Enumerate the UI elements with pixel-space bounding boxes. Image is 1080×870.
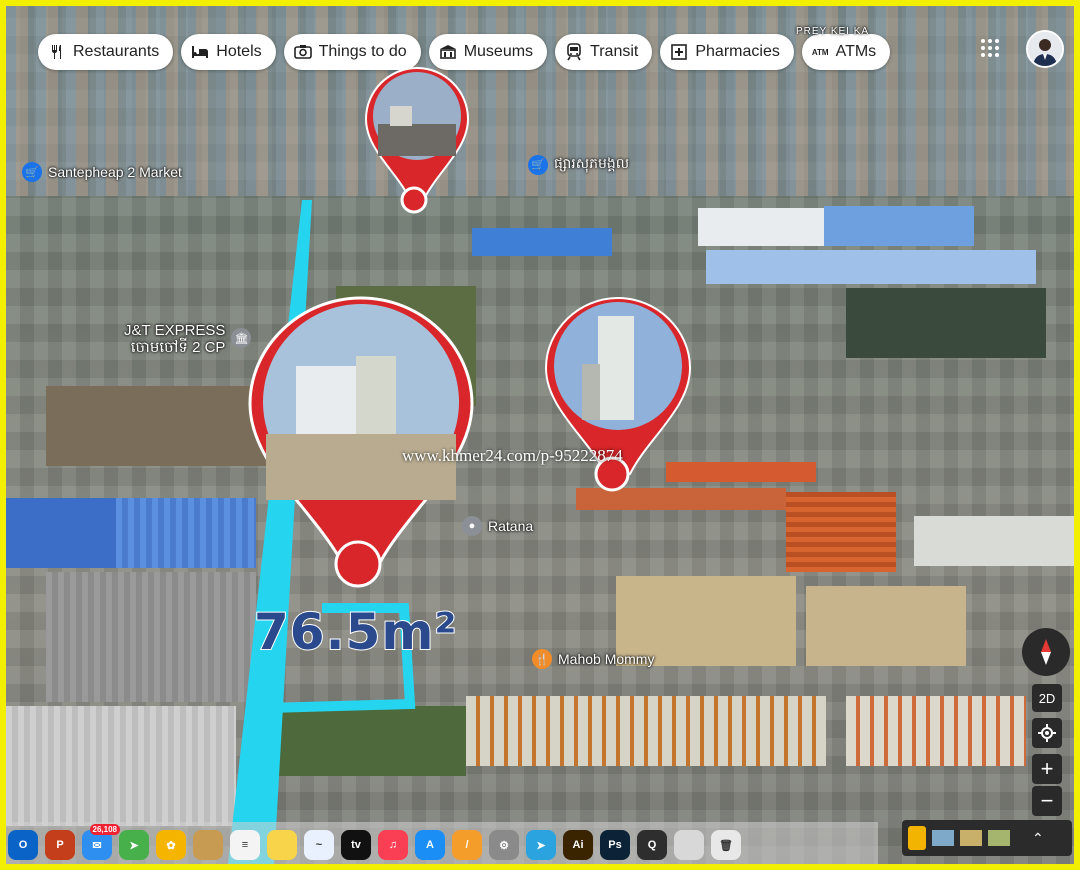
zoom-out-button[interactable]: −	[1032, 786, 1062, 816]
shopping-cart-icon: 🛒	[22, 162, 42, 182]
fork-knife-icon	[48, 43, 66, 61]
compass-button[interactable]	[1022, 628, 1070, 676]
place-name: Ratana	[488, 518, 534, 534]
my-location-icon	[1038, 724, 1056, 742]
place-name: Santepheap 2 Market	[48, 164, 182, 180]
dock-app-music[interactable]: ♫	[378, 830, 408, 860]
atm-icon: ATM	[811, 47, 829, 57]
imagery-thumb[interactable]	[932, 830, 954, 846]
highlight-overlay	[228, 200, 416, 864]
dock-app-telegram[interactable]: ➤	[526, 830, 556, 860]
dock-app-label: Ai	[572, 839, 584, 851]
dock-app-label: /	[465, 839, 469, 851]
dock-app-photos[interactable]: ✿	[156, 830, 186, 860]
dock-app-label: O	[18, 839, 28, 851]
bed-icon	[191, 43, 209, 61]
museum-icon	[439, 43, 457, 61]
chip-label: Things to do	[318, 43, 407, 60]
dock-app-preview[interactable]	[674, 830, 704, 860]
chip-label: Restaurants	[73, 43, 160, 60]
view-2d-button[interactable]: 2D	[1032, 684, 1062, 712]
dock-app-label: ≡	[241, 839, 249, 851]
chip-label: ATMs	[835, 43, 877, 60]
dock-app-powerpoint[interactable]: P	[45, 830, 75, 860]
chip-label: Transit	[590, 43, 639, 60]
chip-label: Hotels	[216, 43, 262, 60]
place-mahob-mommy[interactable]: 🍴 Mahob Mommy	[532, 649, 654, 669]
restaurant-icon: 🍴	[532, 649, 552, 669]
dock-app-system-settings[interactable]: ⚙	[489, 830, 519, 860]
apps-grid-icon[interactable]	[978, 36, 1002, 60]
dock-app-mail[interactable]: ✉ 26,108	[82, 824, 120, 860]
macos-dock: O P ✉ 26,108 ➤ ✿ ≡ ~ tv ♫ A / ⚙ ➤ Ai Ps Q 🗑	[6, 822, 878, 864]
chip-transit[interactable]: Transit	[555, 34, 653, 70]
screen-frame: Restaurants Hotels Things to do Museums	[0, 0, 1080, 870]
dock-app-label: ~	[315, 839, 323, 851]
dock-app-label: tv	[351, 839, 361, 851]
chip-restaurants[interactable]: Restaurants	[38, 34, 174, 70]
compass-icon	[1041, 639, 1051, 665]
place-name-group: J&T EXPRESS ចោមចៅទី 2 CP	[124, 322, 225, 356]
place-name: Mahob Mommy	[558, 651, 655, 667]
imagery-thumb[interactable]	[960, 830, 982, 846]
chip-label: Pharmacies	[695, 43, 780, 60]
chip-atms[interactable]: ATM ATMs	[801, 34, 891, 70]
dock-app-pages[interactable]: /	[452, 830, 482, 860]
dock-app-label: 🗑	[719, 839, 733, 852]
place-market-khmer[interactable]: 🛒 ផ្សារសុភមង្គល	[528, 154, 629, 175]
zoom-in-button[interactable]: +	[1032, 754, 1062, 784]
photo-pin-small[interactable]	[362, 64, 472, 214]
chip-hotels[interactable]: Hotels	[181, 34, 276, 70]
imagery-thumb[interactable]	[988, 830, 1010, 846]
dock-app-label: ✿	[166, 839, 176, 852]
dock-app-finder-folder[interactable]	[193, 830, 223, 860]
dock-app-freeform[interactable]: ~	[304, 830, 334, 860]
dock-app-label: ♫	[388, 839, 398, 851]
place-santepheap-market[interactable]: 🛒 Santepheap 2 Market	[22, 162, 182, 182]
dock-app-reminders[interactable]: ≡	[230, 830, 260, 860]
my-location-button[interactable]	[1032, 718, 1062, 748]
place-name: ផ្សារសុភមង្គល	[554, 155, 630, 171]
dock-app-illustrator[interactable]: Ai	[563, 830, 593, 860]
pharmacy-icon	[670, 43, 688, 61]
dock-app-notes[interactable]	[267, 830, 297, 860]
expand-icon[interactable]: ⌃	[1032, 830, 1044, 847]
dock-app-quicktime[interactable]: Q	[637, 830, 667, 860]
shopping-cart-icon: 🛒	[528, 154, 548, 175]
dock-app-apple-tv[interactable]: tv	[341, 830, 371, 860]
pegman-icon[interactable]	[908, 826, 926, 850]
chip-pharmacies[interactable]: Pharmacies	[660, 34, 794, 70]
dock-app-outlook[interactable]: O	[8, 830, 38, 860]
layer-strip: ⌃	[902, 820, 1072, 856]
dock-app-maps[interactable]: ➤	[119, 830, 149, 860]
dock-app-label: P	[56, 839, 64, 851]
train-icon	[565, 43, 583, 61]
camera-icon	[293, 43, 312, 61]
dock-app-label: Q	[647, 839, 657, 851]
chip-label: Museums	[463, 43, 534, 60]
place-name-khmer: ចោមចៅទី 2 CP	[130, 339, 226, 356]
satellite-map[interactable]: Restaurants Hotels Things to do Museums	[6, 6, 1074, 864]
dock-app-app-store[interactable]: A	[415, 830, 445, 860]
account-avatar[interactable]	[1026, 30, 1064, 68]
dock-app-label: ➤	[129, 839, 139, 852]
place-jt-express[interactable]: J&T EXPRESS ចោមចៅទី 2 CP 🏛	[124, 322, 252, 356]
photo-pin-main[interactable]	[246, 294, 476, 594]
dock-app-trash[interactable]: 🗑	[711, 830, 741, 860]
dock-app-label: ⚙	[499, 839, 509, 852]
notification-badge: 26,108	[89, 824, 120, 835]
dock-app-label: Ps	[608, 839, 622, 851]
plot-area-label: 76.5m²	[253, 602, 458, 662]
watermark: www.khmer24.com/p-95222874	[402, 446, 623, 465]
dock-app-label: A	[426, 839, 434, 851]
dock-app-label: ✉	[92, 839, 102, 852]
dock-app-photoshop[interactable]: Ps	[600, 830, 630, 860]
place-name: J&T EXPRESS	[124, 322, 226, 339]
dock-app-label: ➤	[536, 839, 546, 852]
area-label: PREY KEI KA	[796, 26, 870, 37]
